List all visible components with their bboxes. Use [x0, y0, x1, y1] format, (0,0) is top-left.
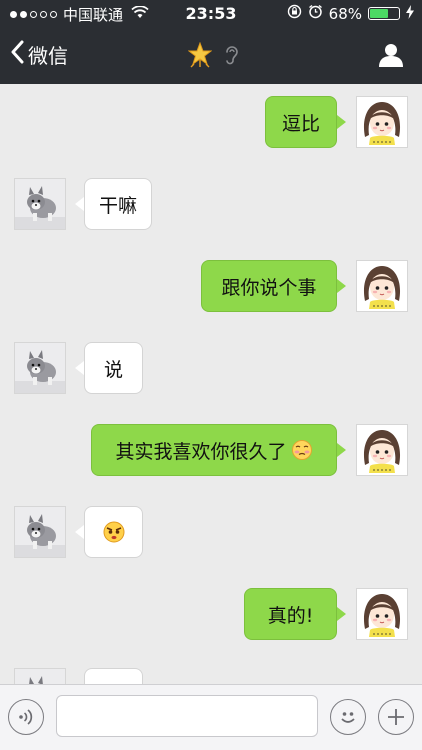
message-bubble-sent[interactable]: 真的!: [244, 588, 337, 640]
back-button[interactable]: 微信: [10, 40, 68, 69]
message-bubble-sent[interactable]: 跟你说个事: [201, 260, 337, 312]
smiley-icon: [336, 705, 360, 733]
header: 中国联通 23:53 68% 微信: [0, 0, 422, 84]
friend-avatar[interactable]: [14, 342, 66, 394]
emoji-button[interactable]: [330, 699, 366, 735]
ear-icon: [224, 44, 240, 70]
bubble-tail: [75, 197, 84, 211]
angry-face-emoji: [102, 520, 126, 544]
alarm-icon: [308, 4, 323, 23]
message-text: 说: [103, 358, 123, 381]
nav-bar: 微信: [0, 28, 422, 84]
voice-button[interactable]: [8, 699, 44, 735]
star-icon: [187, 41, 213, 72]
plus-icon: [386, 707, 406, 731]
battery-icon: [368, 7, 400, 20]
bubble-tail: [337, 607, 346, 621]
bubble-tail: [337, 279, 346, 293]
shy-face-emoji: [291, 439, 313, 461]
profile-button[interactable]: [378, 42, 404, 72]
message-input[interactable]: [56, 695, 318, 737]
message-text: 跟你说个事: [221, 276, 317, 299]
rotation-lock-icon: [287, 4, 302, 23]
my-avatar[interactable]: [356, 96, 408, 148]
message-bubble-sent[interactable]: 其实我喜欢你很久了: [91, 424, 337, 476]
friend-avatar[interactable]: [14, 178, 66, 230]
bubble-tail: [337, 443, 346, 457]
add-button[interactable]: [378, 699, 414, 735]
input-bar: [0, 684, 422, 750]
message-bubble-sent[interactable]: 逗比: [265, 96, 337, 148]
message-bubble-received[interactable]: [84, 668, 143, 684]
battery-percent: 68%: [328, 4, 362, 23]
message-text: 逗比: [281, 112, 320, 135]
my-avatar[interactable]: [356, 260, 408, 312]
bubble-tail: [337, 115, 346, 129]
message-bubble-received[interactable]: 干嘛: [84, 178, 152, 230]
status-right: 68%: [287, 4, 414, 23]
my-avatar[interactable]: [356, 588, 408, 640]
bubble-tail: [75, 361, 84, 375]
chevron-left-icon: [10, 40, 28, 69]
friend-avatar[interactable]: [14, 668, 66, 684]
chat-area[interactable]: 逗比 干嘛 跟你说个事 说 其实我喜欢你很久了 真的!: [0, 84, 422, 684]
friend-avatar[interactable]: [14, 506, 66, 558]
voice-icon: [16, 708, 36, 730]
person-icon: [378, 44, 404, 72]
bubble-tail: [75, 525, 84, 539]
back-label: 微信: [28, 44, 68, 68]
message-bubble-received[interactable]: 说: [84, 342, 143, 394]
message-text: 真的!: [267, 604, 314, 627]
message-text: 干嘛: [98, 194, 137, 217]
message-text: 其实我喜欢你很久了: [115, 440, 287, 463]
charging-icon: [406, 4, 414, 23]
message-bubble-received[interactable]: [84, 506, 143, 558]
my-avatar[interactable]: [356, 424, 408, 476]
status-bar: 中国联通 23:53 68%: [0, 0, 422, 28]
chat-title: [187, 41, 240, 72]
